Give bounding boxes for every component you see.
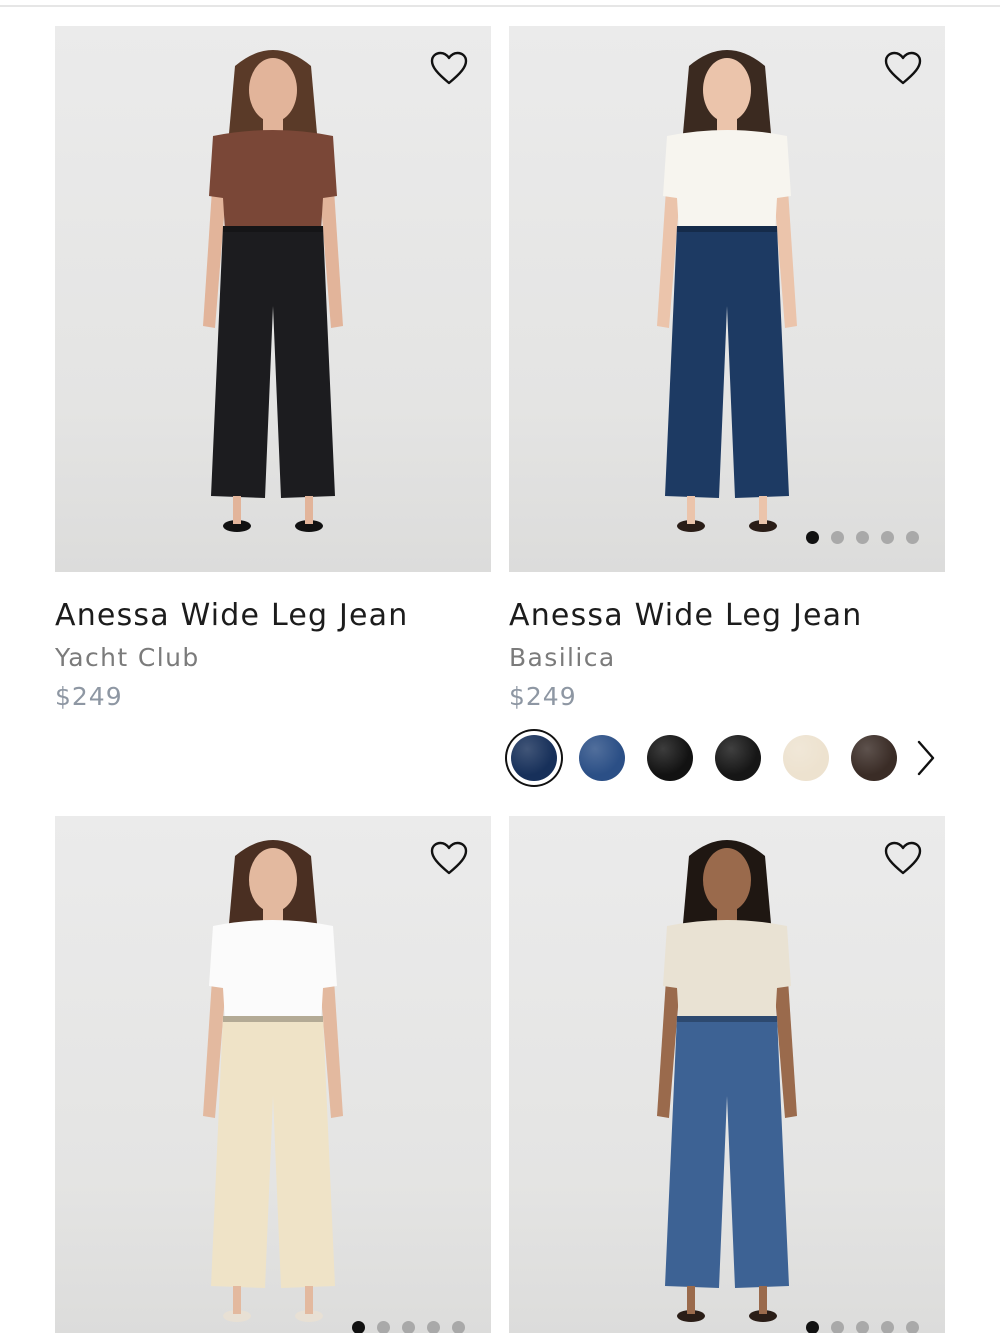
carousel-dots[interactable] [806, 1321, 919, 1333]
heart-icon[interactable] [883, 50, 923, 86]
color-swatch[interactable] [511, 735, 557, 781]
product-color: Yacht Club [55, 643, 200, 672]
heart-icon[interactable] [883, 840, 923, 876]
product-card-2[interactable]: Anessa Wide Leg Jean Basilica $249 [509, 26, 945, 783]
model-photo [657, 50, 797, 532]
carousel-dot[interactable] [831, 1321, 844, 1333]
carousel-dot[interactable] [881, 531, 894, 544]
product-image[interactable] [55, 26, 491, 572]
product-card-3[interactable] [55, 816, 491, 1333]
carousel-dot[interactable] [856, 1321, 869, 1333]
product-price: $249 [55, 682, 123, 711]
heart-icon[interactable] [429, 840, 469, 876]
carousel-dot[interactable] [402, 1321, 415, 1333]
product-card-1[interactable]: Anessa Wide Leg Jean Yacht Club $249 [55, 26, 491, 711]
product-image[interactable] [55, 816, 491, 1333]
model-photo [203, 840, 343, 1322]
chevron-right-icon[interactable] [913, 738, 937, 778]
model-photo [657, 840, 797, 1322]
carousel-dot[interactable] [352, 1321, 365, 1333]
color-swatch[interactable] [647, 735, 693, 781]
product-image[interactable] [509, 26, 945, 572]
product-image[interactable] [509, 816, 945, 1333]
product-name[interactable]: Anessa Wide Leg Jean [509, 598, 945, 633]
color-swatches [509, 733, 945, 783]
product-price: $249 [509, 682, 577, 711]
carousel-dot[interactable] [881, 1321, 894, 1333]
carousel-dot[interactable] [806, 531, 819, 544]
color-swatch[interactable] [715, 735, 761, 781]
color-swatch[interactable] [851, 735, 897, 781]
heart-icon[interactable] [429, 50, 469, 86]
product-color: Basilica [509, 643, 616, 672]
carousel-dots[interactable] [806, 531, 919, 544]
model-photo [203, 50, 343, 532]
product-name[interactable]: Anessa Wide Leg Jean [55, 598, 491, 633]
carousel-dot[interactable] [831, 531, 844, 544]
top-divider [0, 5, 1000, 7]
carousel-dot[interactable] [906, 531, 919, 544]
carousel-dots[interactable] [352, 1321, 465, 1333]
carousel-dot[interactable] [452, 1321, 465, 1333]
product-card-4[interactable] [509, 816, 945, 1333]
carousel-dot[interactable] [377, 1321, 390, 1333]
carousel-dot[interactable] [427, 1321, 440, 1333]
color-swatch[interactable] [783, 735, 829, 781]
carousel-dot[interactable] [806, 1321, 819, 1333]
color-swatch[interactable] [579, 735, 625, 781]
carousel-dot[interactable] [856, 531, 869, 544]
carousel-dot[interactable] [906, 1321, 919, 1333]
